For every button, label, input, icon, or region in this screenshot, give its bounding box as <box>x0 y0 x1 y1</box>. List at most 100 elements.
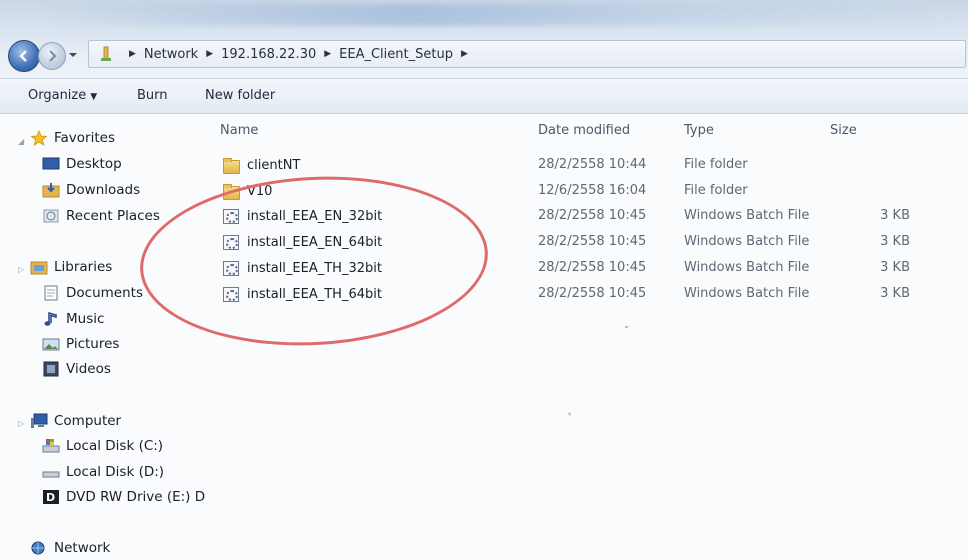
scan-speck <box>567 412 572 416</box>
file-row[interactable]: install_EEA_EN_64bit 28/2/2558 10:45 Win… <box>200 230 968 254</box>
file-date-modified: 28/2/2558 10:45 <box>538 286 647 301</box>
nav-videos[interactable]: Videos <box>42 361 111 377</box>
file-row[interactable]: install_EEA_EN_32bit 28/2/2558 10:45 Win… <box>200 204 968 228</box>
nav-network-label: Network <box>54 540 111 556</box>
file-type: File folder <box>684 183 748 198</box>
batch-file-icon <box>222 260 239 276</box>
breadcrumb-root-chevron[interactable]: ▶ <box>125 49 144 59</box>
new-folder-label: New folder <box>205 88 276 103</box>
column-header-type[interactable]: Type <box>684 123 714 138</box>
nav-dvd-drive-label: DVD RW Drive (E:) D <box>66 489 206 505</box>
nav-favorites[interactable]: Favorites <box>30 130 115 146</box>
file-date-modified: 28/2/2558 10:45 <box>538 208 647 223</box>
nav-local-disk-d[interactable]: Local Disk (D:) <box>42 464 164 480</box>
file-row[interactable]: install_EEA_TH_32bit 28/2/2558 10:45 Win… <box>200 256 968 280</box>
breadcrumb-host[interactable]: 192.168.22.30 ▶ <box>221 47 339 62</box>
expand-arrow-icon[interactable]: ▷ <box>18 265 24 274</box>
file-type: Windows Batch File <box>684 208 810 223</box>
nav-downloads[interactable]: Downloads <box>42 182 140 198</box>
nav-computer-label: Computer <box>54 413 122 429</box>
downloads-icon <box>42 182 60 198</box>
column-header-size[interactable]: Size <box>830 123 857 138</box>
file-row[interactable]: clientNT 28/2/2558 10:44 File folder <box>200 153 968 177</box>
nav-local-disk-c-label: Local Disk (C:) <box>66 438 164 454</box>
music-icon <box>42 311 60 327</box>
organize-label: Organize <box>28 88 87 103</box>
nav-dvd-drive[interactable]: D DVD RW Drive (E:) D <box>42 489 205 505</box>
expand-arrow-icon[interactable]: ◢ <box>18 137 24 146</box>
system-drive-icon <box>42 438 60 454</box>
chevron-down-icon: ▼ <box>90 92 98 102</box>
nav-libraries-label: Libraries <box>54 259 113 275</box>
column-header-date[interactable]: Date modified <box>538 123 630 138</box>
breadcrumb-network-label: Network <box>143 46 199 62</box>
nav-desktop-label: Desktop <box>66 156 122 172</box>
file-size: 3 KB <box>880 260 910 275</box>
title-bar-glow <box>40 4 968 26</box>
breadcrumb-network[interactable]: Network ▶ <box>144 47 221 62</box>
new-folder-button[interactable]: New folder <box>205 88 275 103</box>
scan-speck <box>625 326 628 328</box>
file-row[interactable]: V10 12/6/2558 16:04 File folder <box>200 179 968 203</box>
command-toolbar: Organize ▼ Burn New folder <box>0 78 968 114</box>
nav-documents[interactable]: Documents <box>42 285 143 301</box>
folder-icon <box>222 183 240 200</box>
file-size: 3 KB <box>880 286 910 301</box>
nav-recent-places[interactable]: Recent Places <box>42 208 160 224</box>
back-button[interactable] <box>8 40 40 72</box>
breadcrumb-chevron-icon[interactable]: ▶ <box>206 49 213 59</box>
file-name: clientNT <box>247 157 301 173</box>
organize-button[interactable]: Organize ▼ <box>28 88 97 103</box>
nav-desktop[interactable]: Desktop <box>42 156 122 172</box>
forward-button[interactable] <box>38 42 66 70</box>
nav-music[interactable]: Music <box>42 311 104 327</box>
address-bar[interactable]: ▶ Network ▶ 192.168.22.30 ▶ EEA_Client_S… <box>88 40 966 68</box>
file-list: Name Date modified Type Size clientNT 28… <box>200 113 968 559</box>
batch-file-icon <box>222 286 239 302</box>
drive-icon <box>42 464 60 480</box>
nav-libraries[interactable]: Libraries <box>30 259 112 275</box>
nav-local-disk-d-label: Local Disk (D:) <box>66 464 165 480</box>
file-date-modified: 28/2/2558 10:45 <box>538 260 647 275</box>
breadcrumb-chevron-icon[interactable]: ▶ <box>461 49 468 59</box>
nav-downloads-label: Downloads <box>66 182 141 198</box>
back-arrow-icon <box>19 50 27 62</box>
batch-file-icon <box>222 208 239 224</box>
column-header-size-label: Size <box>830 123 857 138</box>
file-size: 3 KB <box>880 208 910 223</box>
nav-documents-label: Documents <box>66 285 143 301</box>
file-row[interactable]: install_EEA_TH_64bit 28/2/2558 10:45 Win… <box>200 282 968 306</box>
file-date-modified: 12/6/2558 16:04 <box>538 183 647 198</box>
file-type: File folder <box>684 157 748 172</box>
videos-icon <box>42 361 60 377</box>
breadcrumb-folder-label: EEA_Client_Setup <box>339 46 453 62</box>
nav-pictures[interactable]: Pictures <box>42 336 119 352</box>
network-icon <box>30 540 48 556</box>
breadcrumb-folder[interactable]: EEA_Client_Setup ▶ <box>339 47 476 62</box>
column-header-date-label: Date modified <box>538 123 631 138</box>
recent-pages-dropdown-icon[interactable] <box>68 50 78 60</box>
batch-file-icon <box>222 234 239 250</box>
burn-button[interactable]: Burn <box>137 88 168 103</box>
documents-icon <box>42 285 60 301</box>
dvd-drive-icon: D <box>42 489 60 505</box>
expand-arrow-icon[interactable]: ▷ <box>18 419 24 428</box>
column-header-name[interactable]: Name <box>220 123 258 138</box>
svg-text:D: D <box>46 491 55 504</box>
libraries-icon <box>30 259 48 275</box>
nav-network[interactable]: Network <box>30 540 110 556</box>
file-name: install_EEA_TH_32bit <box>247 260 382 276</box>
file-date-modified: 28/2/2558 10:45 <box>538 234 647 249</box>
nav-local-disk-c[interactable]: Local Disk (C:) <box>42 438 163 454</box>
nav-favorites-label: Favorites <box>54 130 115 146</box>
file-name: install_EEA_EN_32bit <box>247 208 383 224</box>
pictures-icon <box>42 336 60 352</box>
column-header-name-label: Name <box>220 123 259 138</box>
breadcrumb-chevron-icon[interactable]: ▶ <box>324 49 331 59</box>
breadcrumb-host-label: 192.168.22.30 <box>221 46 317 62</box>
file-type: Windows Batch File <box>684 234 810 249</box>
file-name: install_EEA_TH_64bit <box>247 286 382 302</box>
file-type: Windows Batch File <box>684 286 810 301</box>
nav-computer[interactable]: Computer <box>30 413 121 429</box>
recent-places-icon <box>42 208 60 224</box>
